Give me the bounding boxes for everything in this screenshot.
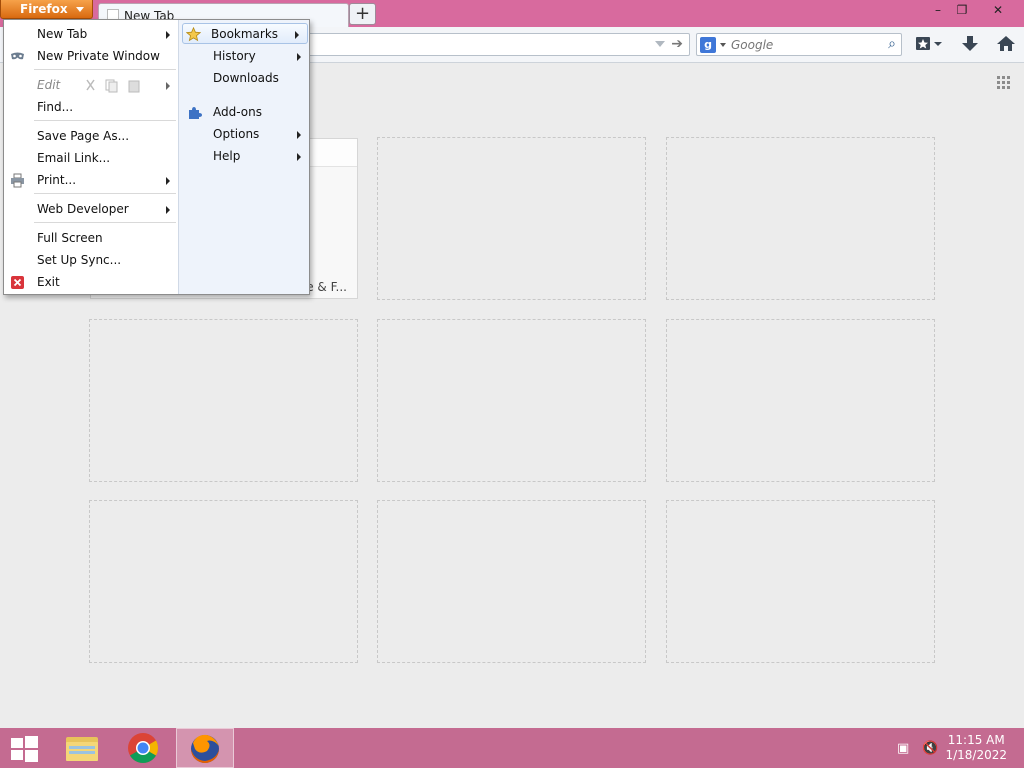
clock-time: 11:15 AM xyxy=(947,733,1005,747)
menu-item-label: Email Link... xyxy=(37,151,111,165)
app-menu-secondary-pane: Bookmarks History Downloads Add-ons Opti… xyxy=(178,20,309,294)
menu-separator xyxy=(34,222,176,223)
empty-tile[interactable] xyxy=(377,319,646,482)
url-history-dropdown-icon[interactable] xyxy=(655,41,665,47)
empty-tile[interactable] xyxy=(89,500,358,663)
menu-item-edit[interactable]: Edit xyxy=(4,75,178,96)
downloads-button[interactable] xyxy=(960,35,980,57)
empty-tile[interactable] xyxy=(666,137,935,300)
menu-item-print[interactable]: Print... xyxy=(4,170,178,191)
search-bar[interactable]: g ⌕ xyxy=(696,33,902,56)
menu-item-label: Downloads xyxy=(213,71,279,85)
menu-item-new-private-window[interactable]: New Private Window xyxy=(4,46,178,67)
taskbar: ▣ 🔇 11:15 AM 1/18/2022 xyxy=(0,728,1024,768)
submenu-arrow-icon xyxy=(166,31,170,39)
folder-icon xyxy=(66,737,98,761)
menu-item-save-page-as[interactable]: Save Page As... xyxy=(4,126,178,147)
menu-item-label: Bookmarks xyxy=(211,27,279,41)
url-bar[interactable]: ➔ xyxy=(308,33,690,56)
empty-tile[interactable] xyxy=(666,319,935,482)
tile-title: e & F... xyxy=(306,280,347,294)
start-button[interactable] xyxy=(0,728,58,768)
taskbar-file-explorer[interactable] xyxy=(56,728,114,768)
windows-logo-icon xyxy=(11,736,38,762)
menu-item-label: New Tab xyxy=(37,27,88,41)
menu-item-history[interactable]: History xyxy=(179,46,309,67)
network-icon[interactable]: ▣ xyxy=(897,741,909,756)
menu-item-downloads[interactable]: Downloads xyxy=(179,68,309,89)
exit-icon xyxy=(11,276,24,289)
menu-item-find[interactable]: Find... xyxy=(4,97,178,118)
taskbar-firefox[interactable] xyxy=(176,728,234,768)
menu-item-label: Set Up Sync... xyxy=(37,253,122,267)
menu-item-label: Web Developer xyxy=(37,202,129,216)
restore-button[interactable]: ❐ xyxy=(945,0,979,20)
volume-muted-icon[interactable]: 🔇 xyxy=(922,741,938,756)
menu-item-set-up-sync[interactable]: Set Up Sync... xyxy=(4,250,178,271)
firefox-app-menu: New Tab New Private Window Edit Find... … xyxy=(3,19,310,295)
menu-item-options[interactable]: Options xyxy=(179,124,309,145)
firefox-icon xyxy=(191,734,219,763)
empty-tile[interactable] xyxy=(89,319,358,482)
menu-item-bookmarks[interactable]: Bookmarks xyxy=(182,23,308,44)
chrome-icon xyxy=(128,733,159,764)
private-mask-icon xyxy=(11,52,24,60)
menu-separator xyxy=(34,193,176,194)
menu-item-label: New Private Window xyxy=(37,49,160,63)
clock-date: 1/18/2022 xyxy=(945,748,1007,762)
empty-tile[interactable] xyxy=(377,137,646,300)
go-arrow-icon[interactable]: ➔ xyxy=(671,36,683,52)
customize-grid-icon[interactable] xyxy=(997,76,1011,90)
menu-item-label: Edit xyxy=(37,78,61,92)
home-button[interactable] xyxy=(996,35,1016,57)
submenu-arrow-icon xyxy=(166,82,170,90)
cut-copy-paste-icons xyxy=(86,79,140,93)
puzzle-piece-icon xyxy=(189,107,202,119)
menu-item-label: Add-ons xyxy=(213,105,262,119)
engine-dropdown-icon[interactable] xyxy=(720,43,726,47)
menu-item-label: Options xyxy=(213,127,260,141)
menu-item-label: Find... xyxy=(37,100,74,114)
bookmarks-menu-button[interactable] xyxy=(914,35,944,57)
menu-separator xyxy=(34,120,176,121)
menu-item-label: Exit xyxy=(37,275,60,289)
menu-item-new-tab[interactable]: New Tab xyxy=(4,24,178,45)
menu-item-web-developer[interactable]: Web Developer xyxy=(4,199,178,220)
menu-item-label: Save Page As... xyxy=(37,129,130,143)
submenu-arrow-icon xyxy=(297,153,301,161)
chevron-down-icon xyxy=(75,7,84,12)
menu-item-label: Help xyxy=(213,149,241,163)
new-tab-button[interactable]: + xyxy=(349,3,376,25)
menu-item-label: History xyxy=(213,49,256,63)
printer-icon xyxy=(11,173,24,188)
empty-tile[interactable] xyxy=(377,500,646,663)
menu-item-help[interactable]: Help xyxy=(179,146,309,167)
download-arrow-icon xyxy=(962,36,978,51)
firefox-button-label: Firefox xyxy=(20,2,68,16)
submenu-arrow-icon xyxy=(166,206,170,214)
menu-item-addons[interactable]: Add-ons xyxy=(179,102,309,123)
submenu-arrow-icon xyxy=(297,131,301,139)
menu-item-exit[interactable]: Exit xyxy=(4,272,178,293)
taskbar-chrome[interactable] xyxy=(115,728,173,768)
menu-item-label: Print... xyxy=(37,173,77,187)
submenu-arrow-icon xyxy=(295,31,299,39)
app-menu-primary-pane: New Tab New Private Window Edit Find... … xyxy=(4,20,178,294)
menu-separator xyxy=(34,69,176,70)
home-icon xyxy=(997,36,1015,51)
menu-item-label: Full Screen xyxy=(37,231,103,245)
submenu-arrow-icon xyxy=(297,53,301,61)
submenu-arrow-icon xyxy=(166,177,170,185)
system-clock[interactable]: 11:15 AM 1/18/2022 xyxy=(945,733,1007,763)
menu-item-email-link[interactable]: Email Link... xyxy=(4,148,178,169)
search-icon[interactable]: ⌕ xyxy=(888,36,896,52)
star-icon xyxy=(186,27,201,42)
firefox-menu-button[interactable]: Firefox xyxy=(0,0,93,19)
empty-tile[interactable] xyxy=(666,500,935,663)
close-window-button[interactable]: ✕ xyxy=(981,0,1015,20)
menu-item-full-screen[interactable]: Full Screen xyxy=(4,228,178,249)
search-input[interactable] xyxy=(731,36,876,53)
google-engine-icon[interactable]: g xyxy=(700,37,716,53)
bookmark-star-icon xyxy=(916,37,942,50)
